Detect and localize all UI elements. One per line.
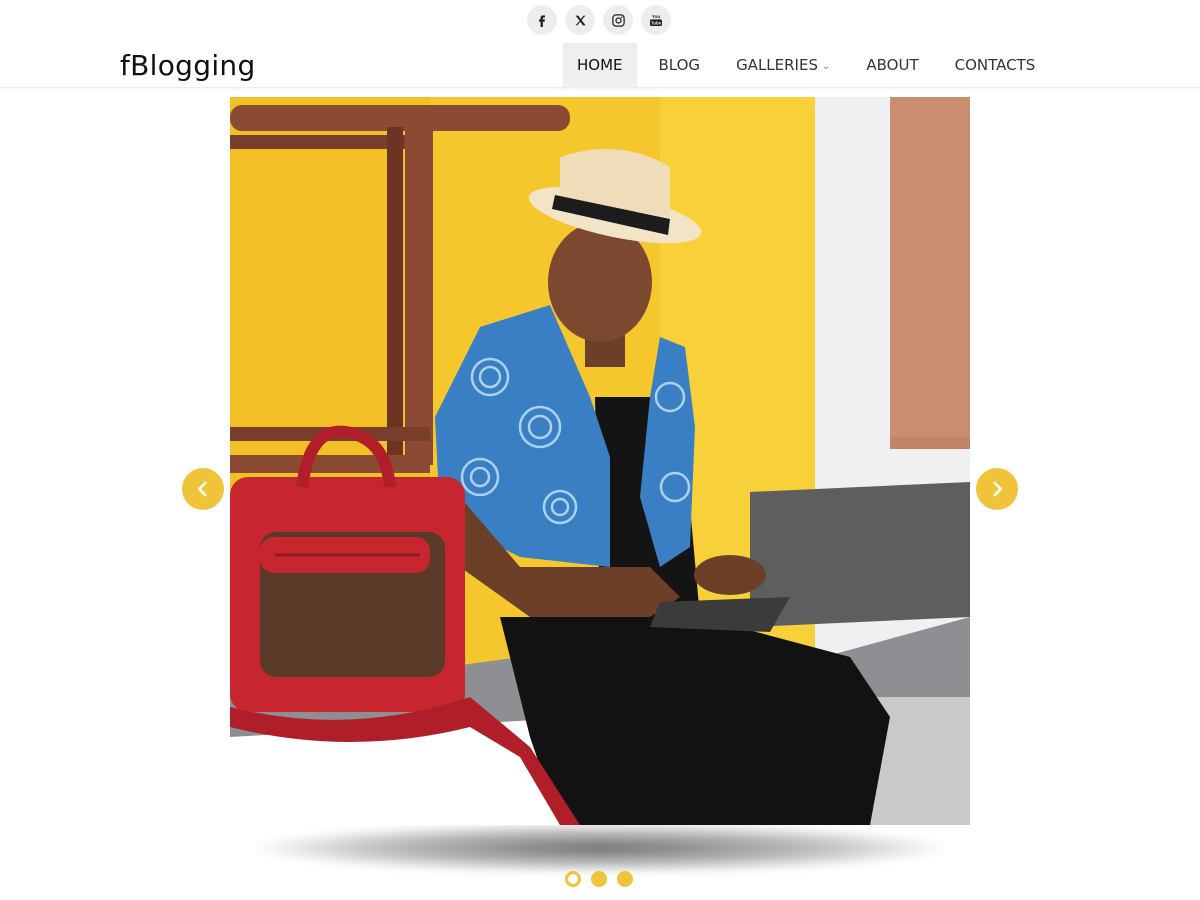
nav-item-label: ABOUT — [866, 56, 919, 74]
site-header: You Tube fBlogging HOME BLOG GALLERIES ⌄… — [0, 0, 1200, 88]
youtube-icon: You Tube — [650, 14, 662, 26]
facebook-link[interactable] — [527, 5, 557, 35]
nav-item-blog[interactable]: BLOG — [645, 43, 715, 87]
x-link[interactable] — [565, 5, 595, 35]
svg-text:You: You — [652, 14, 661, 19]
nav-item-label: GALLERIES — [736, 56, 818, 74]
main-nav: HOME BLOG GALLERIES ⌄ ABOUT CONTACTS — [563, 43, 1049, 87]
slider-dot-1[interactable] — [565, 871, 581, 887]
youtube-link[interactable]: You Tube — [641, 5, 671, 35]
nav-item-label: CONTACTS — [954, 56, 1036, 74]
slide-shadow — [255, 823, 945, 873]
slider-next-button[interactable] — [976, 468, 1018, 510]
facebook-icon — [539, 15, 545, 27]
site-logo[interactable]: fBlogging — [120, 48, 256, 84]
chevron-down-icon: ⌄ — [821, 60, 831, 72]
nav-item-about[interactable]: ABOUT — [852, 43, 932, 87]
instagram-icon — [611, 13, 625, 27]
image-slider[interactable] — [230, 97, 970, 825]
x-icon — [575, 15, 586, 25]
slider-prev-button[interactable] — [182, 468, 224, 510]
slider-dot-3[interactable] — [617, 871, 633, 887]
slider-dot-2[interactable] — [591, 871, 607, 887]
svg-text:Tube: Tube — [651, 20, 662, 25]
nav-item-label: BLOG — [658, 56, 701, 74]
slider-pagination — [565, 871, 633, 887]
nav-item-galleries[interactable]: GALLERIES ⌄ — [722, 43, 844, 87]
nav-item-label: HOME — [577, 56, 623, 74]
nav-item-home[interactable]: HOME — [563, 43, 637, 87]
social-links: You Tube — [527, 5, 671, 35]
chevron-right-icon — [993, 481, 1003, 497]
slide-image — [230, 97, 970, 825]
nav-item-contacts[interactable]: CONTACTS — [941, 43, 1050, 87]
chevron-left-icon — [197, 481, 207, 497]
instagram-link[interactable] — [603, 5, 633, 35]
